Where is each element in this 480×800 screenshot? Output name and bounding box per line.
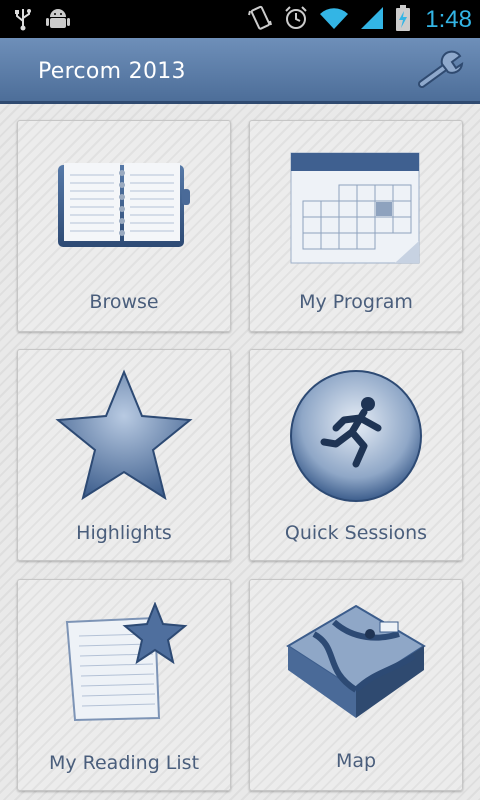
wrench-icon	[418, 50, 464, 88]
tile-my-reading-list[interactable]: My Reading List	[17, 579, 231, 791]
tile-label-map: Map	[335, 750, 377, 772]
star-icon	[18, 368, 230, 504]
runner-icon	[250, 368, 462, 504]
tile-map[interactable]: Map	[249, 579, 463, 791]
settings-button[interactable]	[416, 50, 466, 92]
battery-charging-icon	[395, 5, 411, 35]
notepad-star-icon	[18, 602, 230, 724]
alarm-icon	[283, 5, 309, 35]
tile-label-quick-sessions: Quick Sessions	[284, 522, 428, 544]
android-debug-icon	[46, 6, 70, 36]
tile-label-browse: Browse	[89, 291, 159, 313]
dashboard-grid: Browse My Program Highlights Quick Sessi…	[0, 104, 480, 800]
vibrate-icon	[247, 5, 273, 35]
tile-label-highlights: Highlights	[76, 522, 172, 544]
map-terrain-icon	[250, 600, 462, 728]
tile-quick-sessions[interactable]: Quick Sessions	[249, 349, 463, 561]
app-title: Percom 2013	[38, 59, 186, 84]
status-time: 1:48	[425, 6, 472, 33]
tile-my-program[interactable]: My Program	[249, 120, 463, 332]
tile-label-my-program: My Program	[299, 291, 413, 313]
calendar-icon	[250, 151, 462, 267]
action-bar: Percom 2013	[0, 38, 480, 104]
tile-label-my-reading-list: My Reading List	[48, 752, 200, 774]
usb-icon	[14, 7, 32, 35]
wifi-icon	[319, 6, 349, 34]
datebook-icon	[18, 159, 230, 251]
signal-icon	[359, 5, 385, 35]
status-bar: 1:48	[0, 0, 480, 38]
tile-browse[interactable]: Browse	[17, 120, 231, 332]
tile-highlights[interactable]: Highlights	[17, 349, 231, 561]
